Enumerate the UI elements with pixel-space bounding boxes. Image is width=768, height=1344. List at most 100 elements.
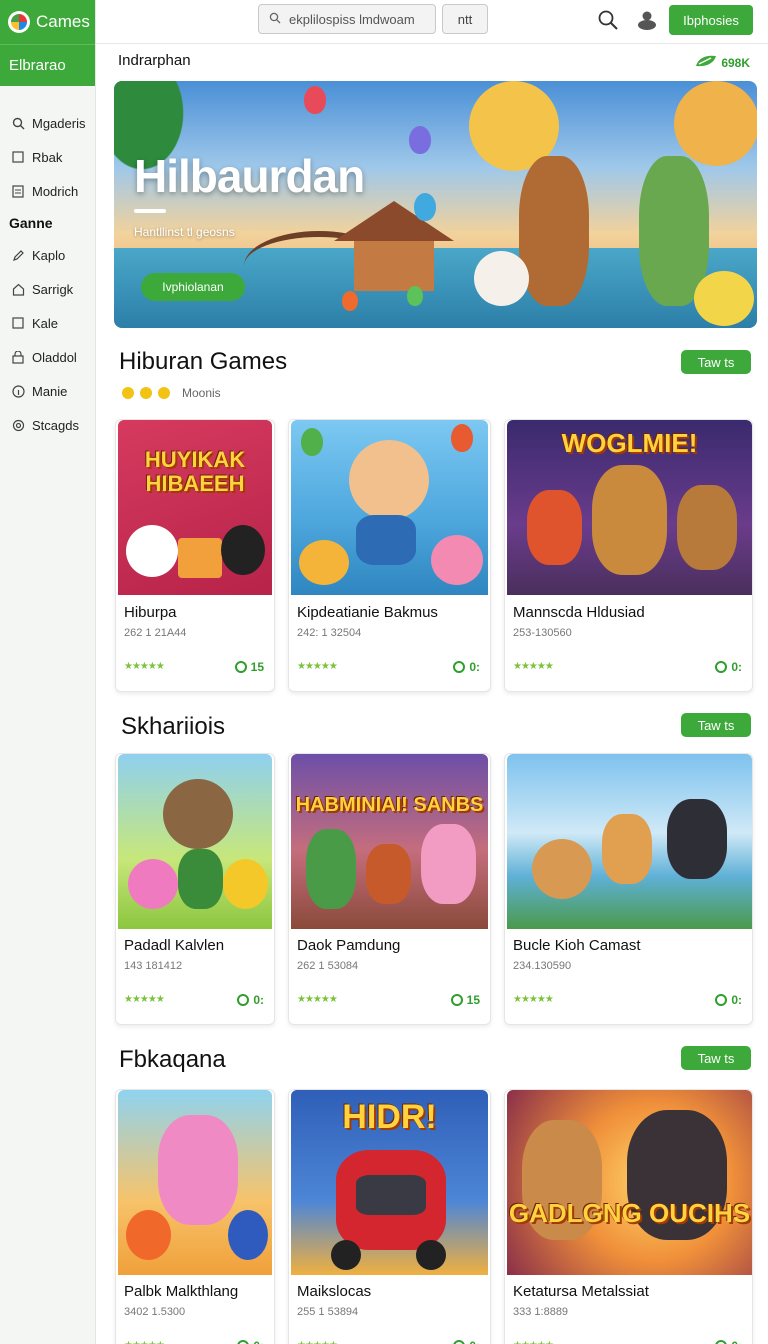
thumbnail-character: [126, 525, 178, 577]
card-count: 15: [466, 993, 480, 1007]
section-view-all-button[interactable]: Taw ts: [681, 713, 751, 737]
thumbnail-character: [223, 859, 268, 909]
game-thumbnail: GADLGNG OUCIHS: [507, 1090, 752, 1275]
info-icon: [11, 384, 25, 398]
players-icon: [715, 661, 728, 673]
game-thumbnail: WOGLMIE!: [507, 420, 752, 595]
sidebar-item-2[interactable]: Modrich: [0, 174, 95, 208]
players-icon: [237, 1340, 250, 1344]
game-card[interactable]: GADLGNG OUCIHS Ketatursa Metalssiat 333 …: [504, 1089, 753, 1344]
hero-banner[interactable]: Hilbaurdan Hantllinst tl geosns Ivphiola…: [114, 81, 757, 328]
balloon: [407, 286, 423, 306]
thumbnail-character: [178, 849, 223, 909]
search-icon[interactable]: [596, 8, 620, 32]
card-title: Bucle Kioh Camast: [513, 937, 641, 954]
balloon: [414, 193, 436, 221]
dot-indicator[interactable]: [158, 387, 170, 399]
sidebar-item-1[interactable]: Rbak: [0, 140, 95, 174]
game-card[interactable]: HUYIKAK HIBAEEH Hiburpa 262 1 21A44 ★★★★…: [115, 419, 275, 692]
game-card[interactable]: Padadl Kalvlen 143 181412 ★★★★★ 0:: [115, 753, 275, 1025]
thumbnail-character: [158, 1115, 238, 1225]
sidebar-item-label: Manie: [32, 383, 68, 399]
balloon: [451, 424, 473, 452]
app-logo-icon: [8, 11, 30, 33]
balloon: [409, 126, 431, 154]
bear-character: [519, 156, 589, 306]
brand[interactable]: Cames: [0, 0, 95, 44]
card-count: 15: [250, 660, 264, 674]
thumbnail-character: [163, 779, 233, 849]
game-card[interactable]: WOGLMIE! Mannscda Hldusiad 253-130560 ★★…: [504, 419, 753, 692]
header-action-button[interactable]: Ibphosies: [669, 5, 753, 35]
page-title: Indrarphan: [118, 52, 191, 69]
card-players: 0:: [453, 1339, 480, 1344]
thumbnail-character: [667, 799, 727, 879]
game-thumbnail: HIDR!: [291, 1090, 488, 1275]
card-rating: ★★★★★: [297, 1340, 338, 1344]
game-thumbnail: [118, 1090, 272, 1275]
thumbnail-character: [431, 535, 483, 585]
home-icon: [11, 282, 25, 296]
gamepad-icon[interactable]: [635, 8, 659, 32]
pencil-icon: [11, 248, 25, 262]
leaf-icon: [695, 54, 717, 71]
card-players: 0:: [715, 660, 742, 674]
section-view-all-button[interactable]: Taw ts: [681, 350, 751, 374]
thumbnail-title: HIDR!: [342, 1098, 437, 1136]
game-card[interactable]: Kipdeatianie Bakmus 242: 1 32504 ★★★★★ 0…: [288, 419, 491, 692]
dot-indicator[interactable]: [140, 387, 152, 399]
thumbnail-character: [532, 839, 592, 899]
sidebar-item-5[interactable]: Kale: [0, 306, 95, 340]
search-button[interactable]: ntt: [442, 4, 488, 34]
puppy-character: [474, 251, 529, 306]
card-meta: 3402 1.5300: [124, 1306, 186, 1318]
thumbnail-title: HUYIKAK HIBAEEH: [144, 447, 246, 496]
dot-indicator[interactable]: [122, 387, 134, 399]
points-value: 698K: [721, 55, 750, 70]
square-icon: [11, 316, 25, 330]
hero-button[interactable]: Ivphiolanan: [141, 273, 245, 301]
game-thumbnail: [507, 754, 752, 929]
players-icon: [234, 661, 247, 673]
card-meta: 242: 1 32504: [297, 627, 362, 639]
sidebar-item-3[interactable]: Kaplo: [0, 238, 95, 272]
thumbnail-character: [592, 465, 667, 575]
thumbnail-gift: [178, 538, 222, 578]
gear-icon: [11, 418, 25, 432]
pagination-dots: Moonis: [122, 386, 221, 400]
card-title: Daok Pamdung: [297, 937, 401, 954]
chick-character: [694, 271, 754, 326]
sidebar-item-8[interactable]: Stcagds: [0, 408, 95, 442]
thumbnail-character: [602, 814, 652, 884]
sidebar-item-6[interactable]: Oladdol: [0, 340, 95, 374]
game-thumbnail: [118, 754, 272, 929]
section-view-all-button[interactable]: Taw ts: [681, 1046, 751, 1070]
section-title: Hiburan Games: [119, 348, 288, 375]
card-title: Ketatursa Metalssiat: [513, 1283, 649, 1300]
game-card[interactable]: HIDR! Maikslocas 255 1 53894 ★★★★★ 0:: [288, 1089, 491, 1344]
thumbnail-character: [677, 485, 737, 570]
brand-label: Cames: [36, 12, 90, 31]
card-title: Padadl Kalvlen: [124, 937, 225, 954]
sidebar-item-0[interactable]: Mgaderis: [0, 106, 95, 140]
balloon: [342, 291, 358, 311]
card-meta: 143 181412: [124, 960, 183, 972]
search-input[interactable]: ekplilospiss lmdwoam: [258, 4, 436, 34]
card-rating: ★★★★★: [513, 661, 554, 672]
game-card[interactable]: HABMINIAI! SANBS Daok Pamdung 262 1 5308…: [288, 753, 491, 1025]
game-thumbnail: HABMINIAI! SANBS: [291, 754, 488, 929]
thumbnail-title: WOGLMIE!: [561, 428, 698, 458]
thumbnail-wheel: [416, 1240, 446, 1270]
card-count: 0:: [731, 1339, 742, 1344]
card-title: Mannscda Hldusiad: [513, 604, 645, 621]
sub-brand[interactable]: Elbrarao: [0, 44, 95, 86]
thumbnail-character: [366, 844, 411, 904]
players-icon: [237, 994, 250, 1006]
sidebar-item-4[interactable]: Sarrigk: [0, 272, 95, 306]
card-count: 0:: [253, 1339, 264, 1344]
hero-title: Hilbaurdan: [134, 150, 365, 202]
hero-subtitle: Hantllinst tl geosns: [134, 225, 235, 239]
game-card[interactable]: Bucle Kioh Camast 234.130590 ★★★★★ 0:: [504, 753, 753, 1025]
game-card[interactable]: Palbk Malkthlang 3402 1.5300 ★★★★★ 0:: [115, 1089, 275, 1344]
sidebar-item-7[interactable]: Manie: [0, 374, 95, 408]
